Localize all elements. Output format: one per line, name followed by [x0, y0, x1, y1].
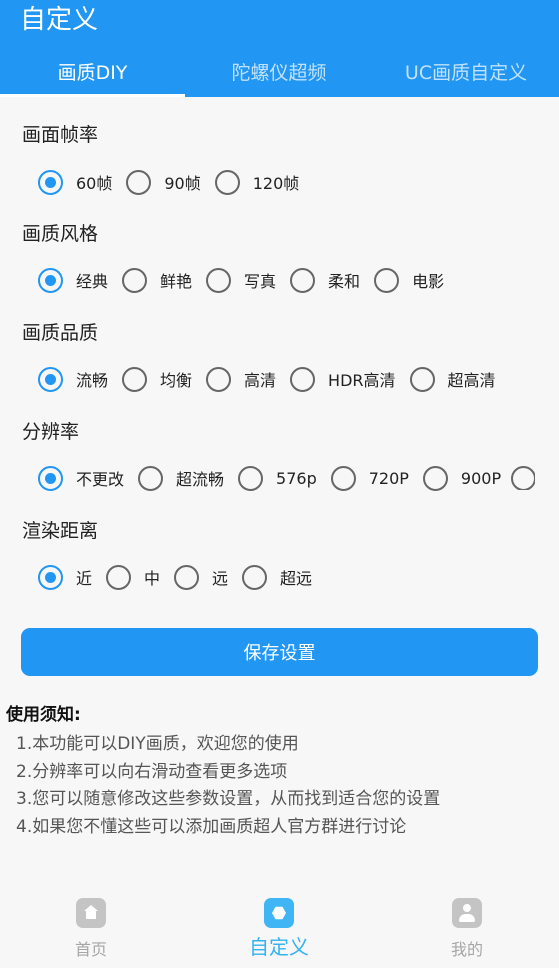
- resolution-option-720p[interactable]: 720P: [330, 465, 409, 491]
- tab-label: 陀螺仪超频: [231, 61, 327, 84]
- nav-item-customize[interactable]: 自定义: [219, 898, 339, 960]
- style-radio-group: 经典 鲜艳 写真 柔和 电影: [38, 266, 458, 294]
- fps-option-120[interactable]: 120帧: [214, 169, 299, 195]
- resolution-option-576p[interactable]: 576p: [238, 465, 317, 491]
- resolution-option-ultra-smooth[interactable]: 超流畅: [138, 465, 224, 491]
- style-option-movie[interactable]: 电影: [374, 267, 444, 293]
- tab-label: UC画质自定义: [404, 61, 528, 84]
- style-option-classic[interactable]: 经典: [38, 267, 108, 293]
- tab-uc-custom[interactable]: UC画质自定义: [373, 45, 559, 97]
- nav-label-home: 首页: [74, 940, 107, 959]
- radio-unchecked-icon[interactable]: [511, 466, 535, 490]
- radio-unchecked-icon[interactable]: [409, 366, 435, 392]
- radio-unchecked-icon[interactable]: [206, 366, 232, 392]
- notice-title: 使用须知:: [6, 705, 81, 725]
- quality-option-hdr[interactable]: HDR高清: [290, 366, 396, 392]
- distance-radio-group: 近 中 远 超远: [38, 563, 326, 591]
- fps-section-title: 画面帧率: [22, 124, 99, 146]
- radio-unchecked-icon[interactable]: [238, 465, 264, 491]
- resolution-radio-group[interactable]: 不更改 超流畅 576p 720P 900P: [38, 464, 515, 492]
- tab-diy[interactable]: 画质DIY: [0, 45, 185, 97]
- notice-line: 1.本功能可以DIY画质，欢迎您的使用: [16, 734, 299, 754]
- radio-unchecked-icon[interactable]: [174, 564, 200, 590]
- profile-icon[interactable]: [452, 898, 482, 928]
- quality-option-ultra-hd[interactable]: 超高清: [409, 366, 496, 392]
- quality-option-balanced[interactable]: 均衡: [122, 366, 192, 392]
- resolution-overflow-radio[interactable]: [511, 466, 535, 490]
- radio-unchecked-icon[interactable]: [242, 564, 268, 590]
- nav-label-customize: 自定义: [249, 935, 309, 959]
- quality-section-title: 画质品质: [22, 322, 99, 344]
- distance-option-near[interactable]: 近: [38, 564, 92, 590]
- style-option-vivid[interactable]: 鲜艳: [122, 267, 192, 293]
- distance-option-far[interactable]: 远: [174, 564, 228, 590]
- notice-line: 4.如果您不懂这些可以添加画质超人官方群进行讨论: [16, 817, 407, 837]
- quality-option-hd[interactable]: 高清: [206, 366, 276, 392]
- radio-checked-icon[interactable]: [38, 169, 63, 195]
- resolution-option-unchanged[interactable]: 不更改: [38, 465, 124, 491]
- notice-line: 3.您可以随意修改这些参数设置，从而找到适合您的设置: [16, 789, 441, 809]
- nav-item-profile[interactable]: 我的: [407, 898, 527, 960]
- fps-option-90[interactable]: 90帧: [126, 169, 201, 195]
- customize-icon[interactable]: [264, 898, 294, 928]
- radio-unchecked-icon[interactable]: [122, 267, 148, 293]
- radio-unchecked-icon[interactable]: [422, 465, 448, 491]
- radio-unchecked-icon[interactable]: [206, 267, 232, 293]
- distance-section-title: 渲染距离: [22, 520, 99, 542]
- style-option-realistic[interactable]: 写真: [206, 267, 276, 293]
- radio-unchecked-icon[interactable]: [290, 366, 316, 392]
- nav-label-profile: 我的: [450, 940, 483, 959]
- nav-item-home[interactable]: 首页: [31, 898, 151, 960]
- radio-unchecked-icon[interactable]: [126, 169, 152, 195]
- radio-unchecked-icon[interactable]: [122, 366, 148, 392]
- radio-unchecked-icon[interactable]: [290, 267, 316, 293]
- radio-unchecked-icon[interactable]: [138, 465, 164, 491]
- bottom-navigation: 首页 自定义 我的: [0, 880, 559, 968]
- radio-checked-icon[interactable]: [38, 366, 63, 392]
- notice-line: 2.分辨率可以向右滑动查看更多选项: [16, 762, 288, 782]
- fps-option-60[interactable]: 60帧: [38, 169, 112, 195]
- radio-unchecked-icon[interactable]: [106, 564, 132, 590]
- resolution-section-title: 分辨率: [22, 421, 80, 443]
- quality-option-smooth[interactable]: 流畅: [38, 366, 108, 392]
- radio-unchecked-icon[interactable]: [374, 267, 400, 293]
- style-section-title: 画质风格: [22, 223, 99, 245]
- style-option-soft[interactable]: 柔和: [290, 267, 360, 293]
- home-icon[interactable]: [76, 898, 106, 928]
- distance-option-ultra-far[interactable]: 超远: [242, 564, 312, 590]
- radio-unchecked-icon[interactable]: [214, 169, 240, 195]
- quality-radio-group: 流畅 均衡 高清 HDR高清 超高清: [38, 365, 510, 393]
- radio-checked-icon[interactable]: [38, 465, 63, 491]
- tab-label: 画质DIY: [57, 61, 128, 84]
- top-app-bar: 自定义 画质DIY 陀螺仪超频 UC画质自定义: [0, 0, 559, 97]
- page-title: 自定义: [20, 5, 99, 35]
- radio-unchecked-icon[interactable]: [330, 465, 356, 491]
- resolution-option-900p[interactable]: 900P: [422, 465, 501, 491]
- fps-radio-group: 60帧 90帧 120帧: [38, 168, 313, 196]
- tab-gyro-overclock[interactable]: 陀螺仪超频: [185, 45, 373, 97]
- save-settings-button[interactable]: 保存设置: [21, 628, 538, 676]
- distance-option-mid[interactable]: 中: [106, 564, 160, 590]
- radio-checked-icon[interactable]: [38, 564, 63, 590]
- active-tab-indicator: [0, 94, 185, 97]
- tab-bar: 画质DIY 陀螺仪超频 UC画质自定义: [0, 45, 559, 97]
- radio-checked-icon[interactable]: [38, 267, 63, 293]
